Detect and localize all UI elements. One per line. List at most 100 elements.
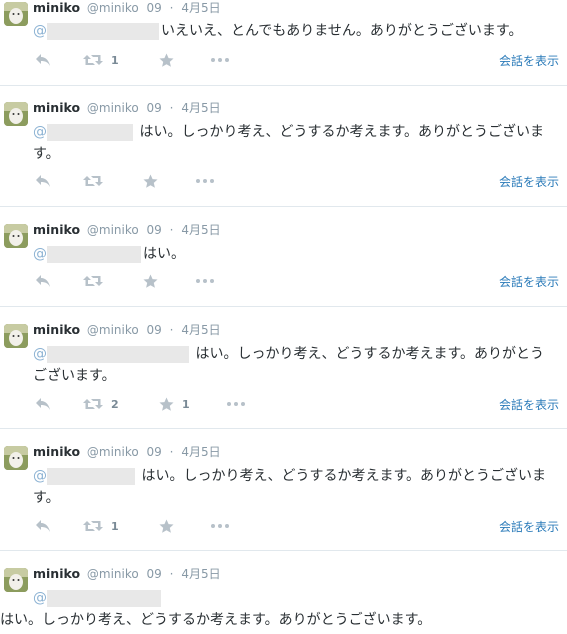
- tweet-body: はい。しっかり考え、どうするか考えます。ありがとうございます。: [0, 612, 432, 628]
- favorite-button[interactable]: [143, 171, 166, 191]
- favorite-button[interactable]: [159, 516, 182, 536]
- tweet-header: miniko @miniko 09 · 4月5日: [33, 100, 221, 116]
- more-icon: [211, 524, 229, 528]
- timestamp-number: 09: [146, 567, 162, 581]
- timestamp-date[interactable]: 4月5日: [181, 567, 220, 581]
- favorite-button[interactable]: [143, 271, 166, 291]
- tweet-header: miniko @miniko 09 · 4月5日: [33, 0, 221, 16]
- mention-at[interactable]: @: [33, 124, 47, 140]
- more-button[interactable]: [210, 516, 230, 536]
- tweet-text: @ はい。しっかり考え、どうするか考えます。ありがとうございます。: [33, 121, 553, 165]
- separator-dot: ·: [169, 323, 174, 337]
- timestamp-number: 09: [146, 445, 162, 459]
- redacted-mention: [47, 345, 189, 363]
- screenname[interactable]: @miniko: [87, 445, 139, 459]
- tweet: miniko @miniko 09 · 4月5日 @ はい。しっかり考え、どうす…: [0, 307, 567, 429]
- tweet: miniko @miniko 09 · 4月5日 @ いえいえ、とんでもありません…: [0, 0, 567, 86]
- expand-conversation-link[interactable]: 会話を表示: [499, 173, 559, 190]
- tweet-text: @ はい。しっかり考え、どうするか考えます。ありがとうございます。: [0, 587, 553, 631]
- reply-icon: [36, 54, 50, 66]
- reply-button[interactable]: [35, 516, 51, 536]
- mention-at[interactable]: @: [33, 468, 47, 484]
- favorite-button[interactable]: 1: [159, 394, 190, 414]
- more-button[interactable]: [226, 394, 246, 414]
- tweet-text: @ はい。しっかり考え、どうするか考えます。ありがとうございます。: [33, 465, 553, 509]
- mention-at[interactable]: @: [33, 23, 47, 39]
- tweet-body: はい。: [143, 246, 185, 262]
- screenname[interactable]: @miniko: [87, 567, 139, 581]
- redacted-mention: [47, 22, 159, 40]
- timestamp-date[interactable]: 4月5日: [181, 1, 220, 15]
- avatar[interactable]: [4, 568, 28, 592]
- tweet-actions: 1 会話を表示: [33, 50, 567, 70]
- timestamp-number: 09: [146, 1, 162, 15]
- expand-conversation-link[interactable]: 会話を表示: [499, 273, 559, 290]
- timestamp-date[interactable]: 4月5日: [181, 323, 220, 337]
- reply-button[interactable]: [35, 50, 51, 70]
- screenname[interactable]: @miniko: [87, 223, 139, 237]
- more-button[interactable]: [195, 271, 215, 291]
- separator-dot: ·: [169, 1, 174, 15]
- fullname[interactable]: miniko: [33, 322, 80, 337]
- expand-conversation-link[interactable]: 会話を表示: [499, 518, 559, 535]
- tweet: miniko @miniko 09 · 4月5日 @ はい。しっかり考え、どうす…: [0, 429, 567, 551]
- more-icon: [196, 179, 214, 183]
- redacted-mention: [47, 245, 141, 263]
- reply-icon: [36, 520, 50, 532]
- timestamp-date[interactable]: 4月5日: [181, 223, 220, 237]
- fullname[interactable]: miniko: [33, 566, 80, 581]
- screenname[interactable]: @miniko: [87, 1, 139, 15]
- tweet-header: miniko @miniko 09 · 4月5日: [33, 566, 221, 582]
- mention-at[interactable]: @: [33, 246, 47, 262]
- redacted-mention: [47, 467, 135, 485]
- tweet: miniko @miniko 09 · 4月5日 @ はい。 会話を表示: [0, 207, 567, 307]
- tweet-text: @ いえいえ、とんでもありません。ありがとうございます。: [33, 20, 553, 42]
- avatar[interactable]: [4, 2, 28, 26]
- tweet-actions: 2 1 会話を表示: [33, 394, 567, 414]
- fullname[interactable]: miniko: [33, 444, 80, 459]
- reply-button[interactable]: [35, 271, 51, 291]
- retweet-icon: [83, 399, 103, 409]
- retweet-button[interactable]: 2: [83, 394, 119, 414]
- separator-dot: ·: [169, 445, 174, 459]
- avatar[interactable]: [4, 446, 28, 470]
- retweet-count: 1: [111, 53, 119, 67]
- timestamp-date[interactable]: 4月5日: [181, 445, 220, 459]
- retweet-button[interactable]: [83, 171, 111, 191]
- tweet-actions: 会話を表示: [33, 271, 567, 291]
- timestamp-number: 09: [146, 101, 162, 115]
- retweet-count: 2: [111, 397, 119, 411]
- avatar[interactable]: [4, 224, 28, 248]
- reply-button[interactable]: [35, 171, 51, 191]
- reply-icon: [36, 175, 50, 187]
- retweet-button[interactable]: 1: [83, 516, 119, 536]
- favorite-button[interactable]: [159, 50, 182, 70]
- timeline: miniko @miniko 09 · 4月5日 @ いえいえ、とんでもありません…: [0, 0, 567, 634]
- screenname[interactable]: @miniko: [87, 323, 139, 337]
- timestamp-number: 09: [146, 323, 162, 337]
- screenname[interactable]: @miniko: [87, 101, 139, 115]
- more-button[interactable]: [195, 171, 215, 191]
- expand-conversation-link[interactable]: 会話を表示: [499, 396, 559, 413]
- more-button[interactable]: [210, 50, 230, 70]
- tweet-header: miniko @miniko 09 · 4月5日: [33, 222, 221, 238]
- timestamp-date[interactable]: 4月5日: [181, 101, 220, 115]
- retweet-count: 1: [111, 519, 119, 533]
- expand-conversation-link[interactable]: 会話を表示: [499, 52, 559, 69]
- fullname[interactable]: miniko: [33, 100, 80, 115]
- fullname[interactable]: miniko: [33, 222, 80, 237]
- tweet-header: miniko @miniko 09 · 4月5日: [33, 444, 221, 460]
- star-icon: [143, 173, 158, 188]
- fullname[interactable]: miniko: [33, 0, 80, 15]
- timestamp-number: 09: [146, 223, 162, 237]
- avatar[interactable]: [4, 324, 28, 348]
- retweet-button[interactable]: 1: [83, 50, 119, 70]
- retweet-button[interactable]: [83, 271, 111, 291]
- mention-at[interactable]: @: [33, 346, 47, 362]
- tweet-text: @ はい。: [33, 243, 553, 265]
- reply-icon: [36, 398, 50, 410]
- mention-at[interactable]: @: [33, 590, 47, 606]
- retweet-icon: [83, 176, 103, 186]
- avatar[interactable]: [4, 102, 28, 126]
- reply-button[interactable]: [35, 394, 51, 414]
